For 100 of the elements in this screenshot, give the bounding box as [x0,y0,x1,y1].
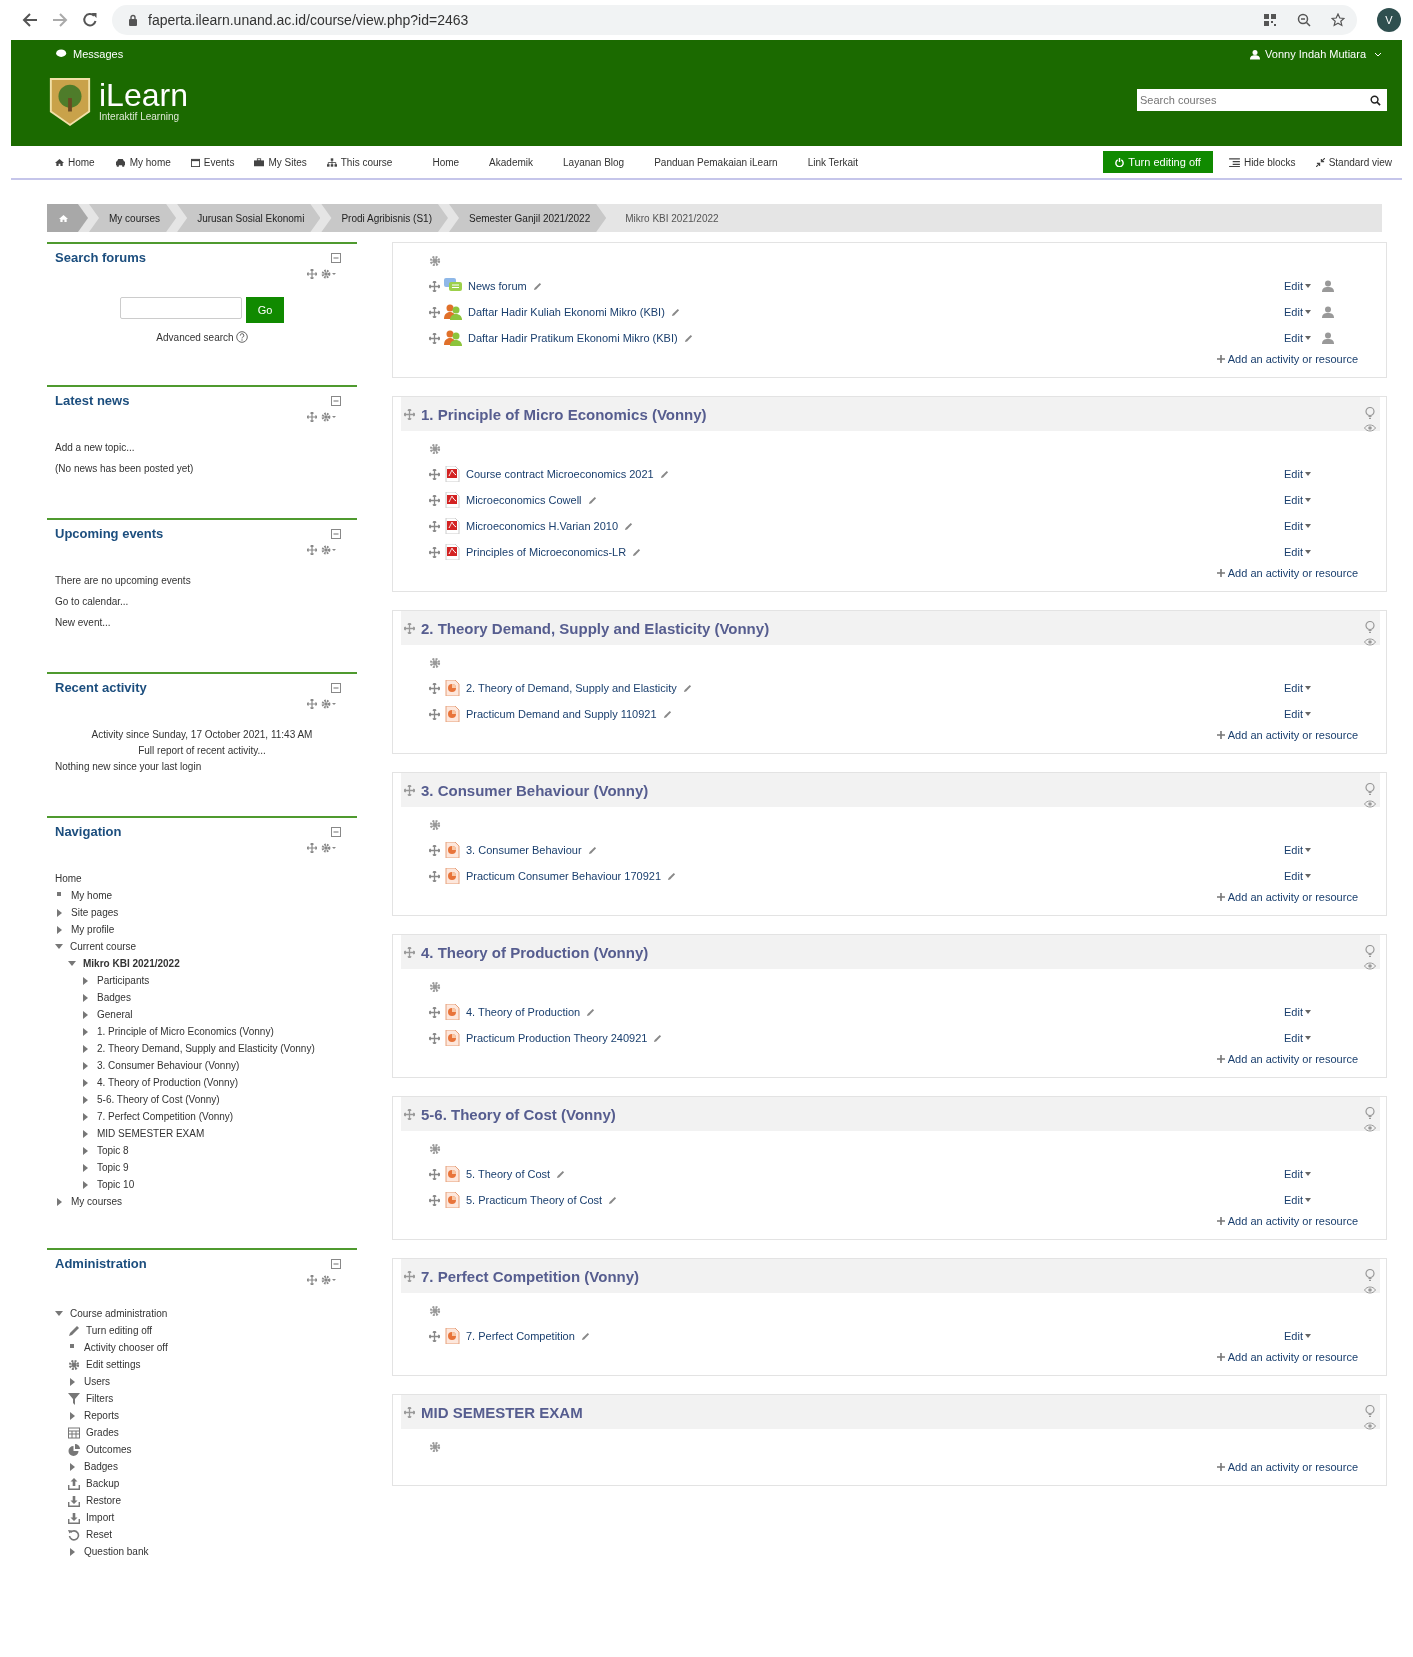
move-icon[interactable] [307,545,317,555]
activity-link[interactable]: Principles of Microeconomics-LR [466,546,627,558]
activity-link[interactable]: Course contract Microeconomics 2021 [466,468,654,480]
move-icon[interactable] [429,1194,440,1206]
move-icon[interactable] [307,699,317,709]
pencil-icon[interactable] [670,307,680,317]
lightbulb-icon[interactable] [1365,945,1375,957]
gear-icon[interactable] [321,1275,337,1285]
reload-icon[interactable] [82,12,98,28]
tree-item[interactable]: 7. Perfect Competition (Vonny) [97,1111,234,1122]
user-menu[interactable]: Vonny Indah Mutiara [1250,44,1382,64]
move-icon[interactable] [429,844,440,856]
search-courses-field[interactable]: Search courses [1137,89,1387,111]
tree-item[interactable]: My courses [71,1196,123,1207]
edit-menu[interactable]: Edit [1284,494,1311,506]
tree-item[interactable]: Mikro KBI 2021/2022 [83,958,180,969]
eye-icon[interactable] [1364,962,1376,970]
person-icon[interactable] [1322,306,1334,318]
add-activity-link[interactable]: Add an activity or resource [1216,729,1358,741]
tree-item[interactable]: Backup [86,1478,120,1489]
eye-icon[interactable] [1364,800,1376,808]
gear-icon[interactable] [321,843,337,853]
move-icon[interactable] [404,1270,415,1282]
pencil-icon[interactable] [662,709,672,719]
address-bar[interactable]: faperta.ilearn.unand.ac.id/course/view.php?id=2463 [112,5,1357,35]
activity-link[interactable]: 4. Theory of Production [466,1006,581,1018]
add-activity-link[interactable]: Add an activity or resource [1216,1351,1358,1363]
go-button[interactable]: Go [246,297,284,323]
pencil-icon[interactable] [653,1033,663,1043]
add-activity-link[interactable]: Add an activity or resource [1216,1461,1358,1473]
tree-item[interactable]: My profile [71,924,115,935]
expand-arrow-icon[interactable] [83,1010,88,1019]
edit-menu[interactable]: Edit [1284,1330,1311,1342]
tree-item[interactable]: Filters [86,1393,114,1404]
tree-item[interactable]: General [97,1009,133,1020]
tree-item[interactable]: Topic 9 [97,1162,129,1173]
move-icon[interactable] [404,784,415,796]
move-icon[interactable] [429,468,440,480]
activity-link[interactable]: 2. Theory of Demand, Supply and Elasticity [466,682,677,694]
collapse-icon[interactable] [331,252,341,263]
activity-link[interactable]: 3. Consumer Behaviour [466,844,582,856]
add-activity-link[interactable]: Add an activity or resource [1216,567,1358,579]
gear-icon[interactable] [429,1143,441,1155]
activity-link[interactable]: Daftar Hadir Kuliah Ekonomi Mikro (KBI) [468,306,665,318]
expand-arrow-icon[interactable] [70,1462,75,1471]
breadcrumb-home[interactable] [47,204,88,232]
gear-icon[interactable] [321,269,337,279]
eye-icon[interactable] [1364,1422,1376,1430]
eye-icon[interactable] [1364,638,1376,646]
breadcrumb-link[interactable]: Semester Ganjil 2021/2022 [449,204,607,232]
add-activity-link[interactable]: Add an activity or resource [1216,1053,1358,1065]
standard-view-link[interactable]: Standard view [1305,156,1402,168]
collapse-icon[interactable] [331,682,341,693]
navbar-link[interactable]: Home [417,156,475,168]
pencil-icon[interactable] [632,547,642,557]
tree-item[interactable]: Badges [84,1461,118,1472]
person-icon[interactable] [1322,280,1334,292]
forward-icon[interactable] [52,12,68,28]
move-icon[interactable] [429,280,440,292]
navbar-link[interactable]: Akademik [474,156,548,168]
tree-item[interactable]: Site pages [71,907,119,918]
pencil-icon[interactable] [587,495,597,505]
expand-arrow-icon[interactable] [70,1411,75,1420]
turn-editing-off-button[interactable]: Turn editing off [1103,151,1213,173]
expand-arrow-icon[interactable] [57,1197,62,1206]
move-icon[interactable] [404,622,415,634]
gear-icon[interactable] [321,545,337,555]
tree-item[interactable]: Reset [86,1529,113,1540]
gear-icon[interactable] [429,443,441,455]
zoom-icon[interactable] [1297,13,1311,27]
expand-arrow-icon[interactable] [57,908,62,917]
navbar-link[interactable]: Link Terkait [792,156,874,168]
move-icon[interactable] [429,682,440,694]
pencil-icon[interactable] [659,469,669,479]
tree-item[interactable]: Turn editing off [86,1325,153,1336]
expand-arrow-icon[interactable] [83,976,88,985]
breadcrumb-link[interactable]: My courses [89,204,177,232]
pencil-icon[interactable] [608,1195,618,1205]
breadcrumb-link[interactable]: Prodi Agribisnis (S1) [321,204,448,232]
edit-menu[interactable]: Edit [1284,682,1311,694]
expand-arrow-icon[interactable] [57,925,62,934]
edit-menu[interactable]: Edit [1284,1006,1311,1018]
pencil-icon[interactable] [587,845,597,855]
activity-link[interactable]: Practicum Production Theory 240921 [466,1032,648,1044]
tree-item[interactable]: Activity chooser off [84,1342,168,1353]
edit-menu[interactable]: Edit [1284,1168,1311,1180]
collapse-icon[interactable] [331,1258,341,1269]
move-icon[interactable] [307,412,317,422]
gear-icon[interactable] [429,657,441,669]
navbar-link[interactable]: This course [316,156,403,168]
collapse-icon[interactable] [331,528,341,539]
lightbulb-icon[interactable] [1365,783,1375,795]
collapse-icon[interactable] [331,395,341,406]
navbar-link[interactable]: Events [180,156,245,168]
search-icon[interactable] [1370,95,1381,106]
forum-search-field[interactable] [120,297,242,319]
tree-item[interactable]: MID SEMESTER EXAM [97,1128,205,1139]
gear-icon[interactable] [429,981,441,993]
move-icon[interactable] [404,408,415,420]
tree-item[interactable]: My home [71,890,113,901]
